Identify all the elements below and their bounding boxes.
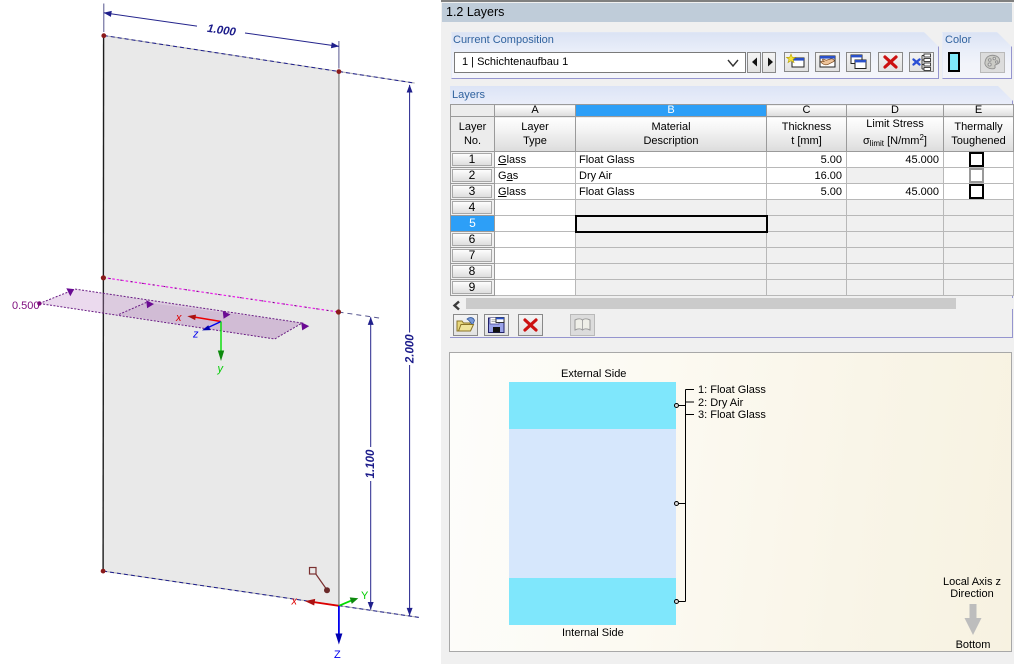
- svg-text:Z: Z: [334, 649, 341, 661]
- svg-text:2.000: 2.000: [404, 334, 416, 364]
- svg-text:z: z: [192, 329, 199, 341]
- svg-text:Y: Y: [361, 590, 369, 602]
- svg-text:1.100: 1.100: [365, 449, 377, 478]
- svg-text:x: x: [291, 596, 298, 608]
- svg-text:1.000: 1.000: [206, 23, 237, 39]
- svg-text:x: x: [175, 312, 182, 324]
- svg-text:0.500: 0.500: [12, 300, 40, 312]
